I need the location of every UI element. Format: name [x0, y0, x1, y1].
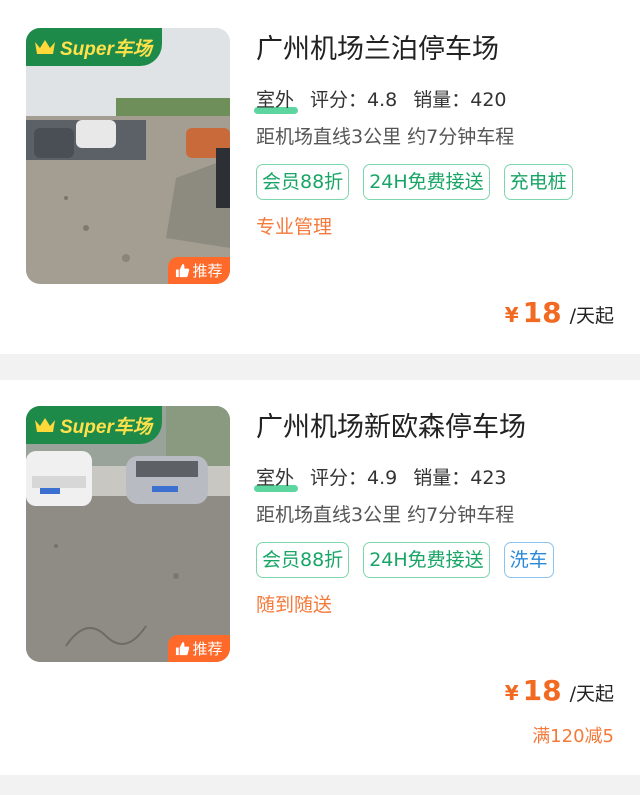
tag-member-discount: 会员88折: [256, 542, 350, 578]
tag-shuttle: 24H免费接送: [363, 164, 490, 200]
currency-symbol: ¥: [504, 303, 519, 327]
parking-lot-image: [26, 406, 230, 662]
parking-meta: 室外 评分：4.9 销量：423: [254, 460, 616, 492]
super-badge-label: Super车场: [60, 416, 152, 438]
price-value: 18: [522, 296, 562, 329]
recommend-badge: 推荐: [168, 257, 230, 284]
currency-symbol: ¥: [504, 681, 519, 705]
crown-icon: [35, 40, 55, 54]
price-value: 18: [522, 674, 562, 707]
tag-member-discount: 会员88折: [256, 164, 350, 200]
parking-card[interactable]: Super车场 推荐 广州机场兰泊停车场 室外 评分：4.8 销量：420 距机…: [0, 0, 640, 354]
service-tags: 会员88折 24H免费接送 洗车: [256, 542, 616, 596]
sales-count: 销量：423: [413, 466, 507, 489]
parking-photo[interactable]: Super车场 推荐: [26, 28, 230, 284]
feature-note: 专业管理: [256, 216, 333, 238]
recommend-label: 推荐: [192, 640, 223, 658]
tag-shuttle: 24H免费接送: [363, 542, 490, 578]
bottom-divider: [0, 775, 640, 795]
crown-icon: [35, 418, 55, 432]
feature-note: 随到随送: [256, 594, 333, 616]
parking-meta: 室外 评分：4.8 销量：420: [254, 82, 616, 114]
discount-label: 满120减5: [532, 726, 614, 747]
parking-info: 广州机场新欧森停车场 室外 评分：4.9 销量：423 距机场直线3公里 约7分…: [254, 408, 616, 617]
tag-charging: 充电桩: [503, 164, 573, 200]
price-unit: /天起: [569, 305, 614, 327]
type-label: 室外: [254, 463, 298, 492]
sales-count: 销量：420: [413, 88, 507, 111]
parking-title[interactable]: 广州机场新欧森停车场: [256, 408, 616, 448]
recommend-label: 推荐: [192, 262, 223, 280]
rating: 评分：4.8: [310, 88, 398, 111]
parking-lot-image: [26, 28, 230, 284]
distance-info: 距机场直线3公里 约7分钟车程: [256, 126, 515, 148]
parking-photo[interactable]: Super车场 推荐: [26, 406, 230, 662]
type-label: 室外: [254, 85, 298, 114]
recommend-badge: 推荐: [168, 635, 230, 662]
super-badge-label: Super车场: [60, 38, 152, 60]
price: ¥ 18 /天起: [505, 674, 614, 707]
service-tags: 会员88折 24H免费接送 充电桩: [256, 164, 616, 218]
tag-car-wash: 洗车: [503, 542, 554, 578]
rating: 评分：4.9: [310, 466, 398, 489]
price-unit: /天起: [569, 683, 614, 705]
parking-info: 广州机场兰泊停车场 室外 评分：4.8 销量：420 距机场直线3公里 约7分钟…: [254, 30, 616, 239]
thumbs-up-icon: [176, 641, 190, 656]
super-parking-badge: Super车场: [26, 28, 162, 66]
parking-title[interactable]: 广州机场兰泊停车场: [256, 30, 616, 70]
distance-info: 距机场直线3公里 约7分钟车程: [256, 504, 515, 526]
thumbs-up-icon: [176, 263, 190, 278]
price: ¥ 18 /天起: [505, 296, 614, 329]
super-parking-badge: Super车场: [26, 406, 162, 444]
